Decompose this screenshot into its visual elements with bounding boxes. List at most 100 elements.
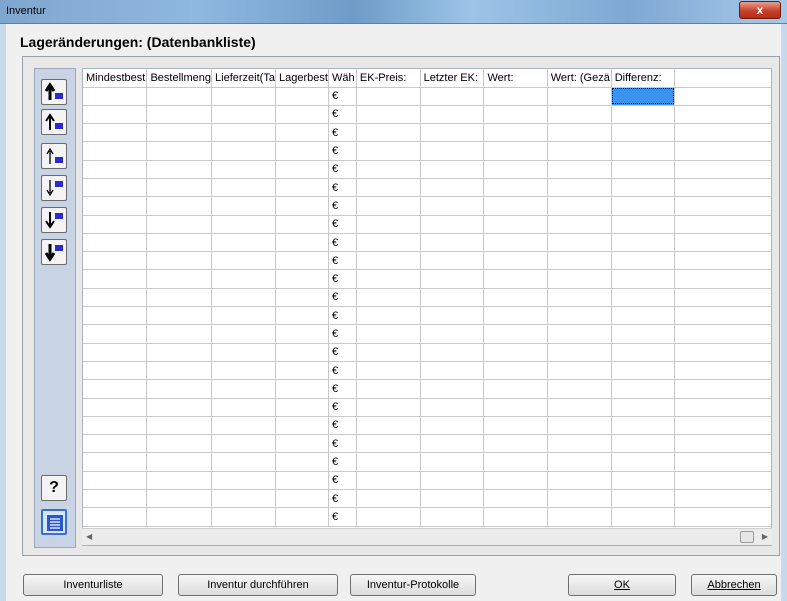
currency-cell[interactable]: € (328, 196, 357, 216)
table-row[interactable]: € (83, 507, 771, 527)
table-cell[interactable] (547, 361, 612, 381)
table-cell[interactable] (611, 233, 676, 253)
table-cell[interactable] (611, 398, 676, 417)
currency-cell[interactable]: € (328, 178, 357, 198)
table-cell[interactable] (420, 398, 485, 417)
table-cell[interactable] (483, 306, 548, 326)
table-cell[interactable] (420, 87, 485, 106)
table-cell[interactable] (611, 215, 676, 234)
table-cell[interactable] (420, 416, 485, 436)
move-down-button[interactable] (41, 175, 67, 201)
table-cell[interactable] (211, 288, 276, 308)
table-cell[interactable] (211, 471, 276, 491)
table-cell[interactable] (146, 324, 213, 344)
table-cell[interactable] (275, 215, 329, 234)
table-cell[interactable] (547, 215, 612, 234)
table-cell[interactable] (483, 269, 548, 289)
table-cell[interactable] (547, 343, 612, 362)
currency-cell[interactable]: € (328, 141, 357, 161)
table-cell[interactable] (611, 269, 676, 289)
table-cell[interactable] (146, 178, 213, 198)
table-row[interactable]: € (83, 123, 771, 143)
table-cell[interactable] (611, 123, 676, 143)
table-cell[interactable] (420, 215, 485, 234)
currency-cell[interactable]: € (328, 306, 357, 326)
table-cell[interactable] (211, 251, 276, 271)
table-cell[interactable] (547, 288, 612, 308)
table-row[interactable]: € (83, 160, 771, 179)
table-cell[interactable] (611, 87, 676, 106)
table-cell[interactable] (83, 105, 148, 125)
table-cell[interactable] (356, 196, 421, 216)
table-row[interactable]: € (83, 343, 771, 362)
table-cell[interactable] (483, 87, 548, 106)
table-cell[interactable] (83, 324, 148, 344)
table-cell[interactable] (211, 507, 276, 527)
data-grid[interactable]: Mindestbest Bestellmeng Lieferzeit(Ta La… (82, 68, 772, 546)
table-cell[interactable] (83, 343, 148, 362)
table-cell[interactable] (420, 361, 485, 381)
table-row[interactable]: € (83, 379, 771, 399)
currency-cell[interactable]: € (328, 160, 357, 179)
table-cell[interactable] (420, 324, 485, 344)
table-cell[interactable] (483, 361, 548, 381)
table-cell[interactable] (356, 398, 421, 417)
table-cell[interactable] (483, 288, 548, 308)
table-row[interactable]: € (83, 361, 771, 381)
table-cell[interactable] (211, 434, 276, 454)
table-cell[interactable] (211, 105, 276, 125)
table-cell[interactable] (146, 123, 213, 143)
inventur-protokolle-button[interactable]: Inventur-Protokolle (350, 574, 476, 596)
table-cell[interactable] (211, 196, 276, 216)
scroll-right-icon[interactable]: ▶ (762, 532, 768, 541)
currency-cell[interactable]: € (328, 215, 357, 234)
table-cell[interactable] (83, 233, 148, 253)
column-header[interactable]: Wert: (Gezä (547, 69, 612, 88)
move-up-fast-button[interactable] (41, 109, 67, 135)
table-cell[interactable] (275, 471, 329, 491)
table-cell[interactable] (611, 452, 676, 472)
table-cell[interactable] (356, 269, 421, 289)
table-cell[interactable] (275, 269, 329, 289)
table-cell[interactable] (547, 251, 612, 271)
table-cell[interactable] (611, 105, 676, 125)
table-cell[interactable] (83, 288, 148, 308)
table-cell[interactable] (356, 288, 421, 308)
table-cell[interactable] (356, 306, 421, 326)
move-up-button[interactable] (41, 143, 67, 169)
move-to-top-button[interactable] (41, 79, 67, 105)
list-view-button[interactable] (41, 509, 67, 535)
table-cell[interactable] (146, 251, 213, 271)
table-cell[interactable] (275, 343, 329, 362)
table-cell[interactable] (211, 178, 276, 198)
scroll-thumb[interactable] (740, 531, 754, 543)
table-cell[interactable] (83, 251, 148, 271)
table-cell[interactable] (483, 324, 548, 344)
table-cell[interactable] (483, 196, 548, 216)
table-cell[interactable] (356, 324, 421, 344)
table-cell[interactable] (420, 471, 485, 491)
table-cell[interactable] (275, 416, 329, 436)
table-row[interactable]: € (83, 434, 771, 454)
table-row[interactable]: € (83, 215, 771, 234)
table-cell[interactable] (420, 160, 485, 179)
table-cell[interactable] (356, 87, 421, 106)
column-header[interactable]: Letzter EK: (420, 69, 485, 88)
abbrechen-button[interactable]: Abbrechen (691, 574, 777, 596)
table-cell[interactable] (611, 489, 676, 509)
table-cell[interactable] (275, 398, 329, 417)
currency-cell[interactable]: € (328, 251, 357, 271)
table-cell[interactable] (356, 379, 421, 399)
table-cell[interactable] (420, 343, 485, 362)
table-row[interactable]: € (83, 233, 771, 253)
table-cell[interactable] (483, 434, 548, 454)
table-cell[interactable] (275, 87, 329, 106)
table-cell[interactable] (83, 507, 148, 527)
column-header[interactable]: Wäh (328, 69, 357, 88)
table-cell[interactable] (275, 141, 329, 161)
currency-cell[interactable]: € (328, 87, 357, 106)
table-cell[interactable] (420, 489, 485, 509)
table-cell[interactable] (146, 269, 213, 289)
table-cell[interactable] (420, 452, 485, 472)
table-cell[interactable] (146, 471, 213, 491)
